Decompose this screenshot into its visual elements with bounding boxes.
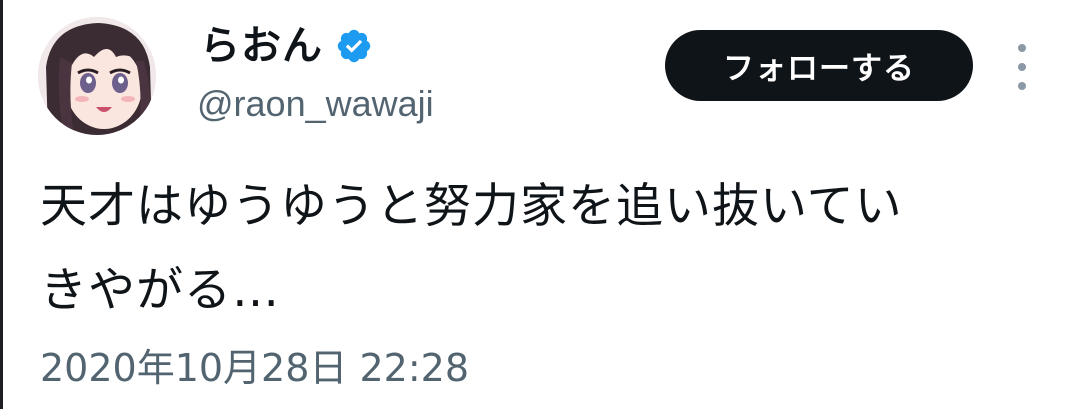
tweet-line: きやがる… — [40, 263, 280, 318]
display-name-row: らおん — [200, 22, 373, 70]
more-dot — [1018, 63, 1026, 71]
follow-button[interactable]: フォローする — [665, 30, 973, 101]
more-dot — [1018, 82, 1026, 90]
verified-badge-icon — [335, 27, 373, 65]
display-name[interactable]: らおん — [200, 22, 323, 70]
more-vertical-icon[interactable] — [1008, 44, 1036, 90]
user-handle[interactable]: @raon_wawaji — [197, 82, 434, 126]
tweet-text: 天才はゆうゆうと努力家を追い抜いてい きやがる… — [40, 165, 1040, 333]
more-dot — [1018, 44, 1026, 52]
window-edge — [0, 0, 3, 409]
tweet-timestamp[interactable]: 2020年10月28日 22:28 — [40, 342, 469, 394]
avatar[interactable] — [38, 17, 156, 135]
tweet-line: 天才はゆうゆうと努力家を追い抜いてい — [40, 179, 903, 234]
anime-girl-avatar-icon — [38, 17, 156, 135]
